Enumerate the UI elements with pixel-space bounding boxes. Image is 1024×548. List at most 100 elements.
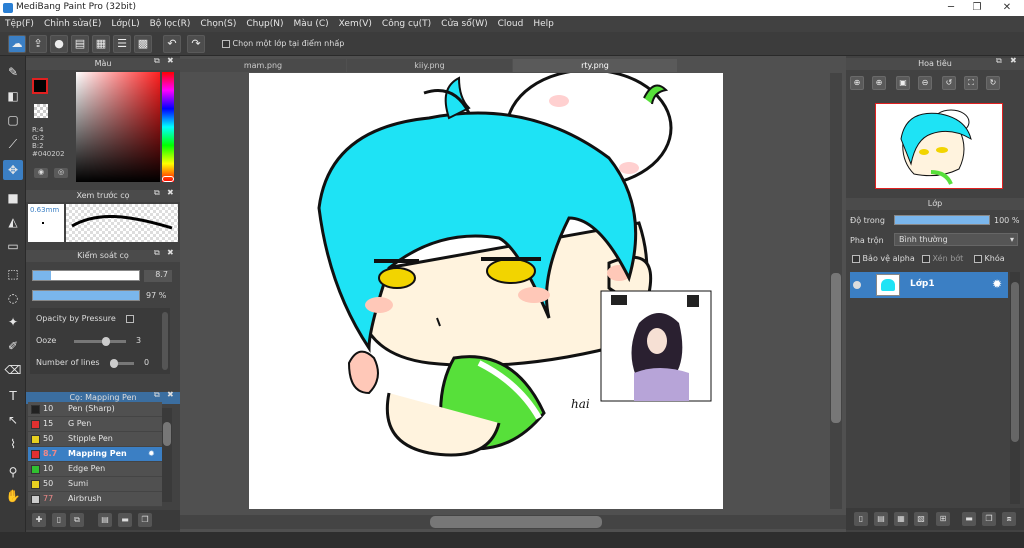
page-icon[interactable]: ▦	[92, 35, 110, 53]
share-icon[interactable]: ⇪	[29, 35, 47, 53]
gradient-icon[interactable]: ▭	[3, 236, 23, 256]
brush-item-edge-pen[interactable]: 10 Edge Pen	[28, 462, 162, 477]
maximize-button[interactable]: ❐	[964, 0, 990, 15]
eye-icon[interactable]	[853, 281, 861, 289]
opacity-by-pressure-checkbox[interactable]	[126, 314, 134, 323]
grid-icon[interactable]: ▩	[134, 35, 152, 53]
hand-icon[interactable]: ✋	[3, 486, 23, 506]
menu-cloud[interactable]: Cloud	[493, 19, 529, 29]
brush-list-scrollbar[interactable]	[162, 408, 172, 502]
protect-alpha-checkbox[interactable]: Bảo vệ alpha	[852, 254, 915, 263]
menu-help[interactable]: Help	[528, 19, 559, 29]
new-8bit-layer-icon[interactable]: ▦	[894, 512, 908, 526]
magic-wand-icon[interactable]: ✦	[3, 312, 23, 332]
eyedropper-icon[interactable]: ⚲	[3, 462, 23, 482]
gear-icon[interactable]: ✹	[148, 447, 155, 461]
duplicate-icon[interactable]: ❐	[982, 512, 996, 526]
brush-item-g-pen[interactable]: 15 G Pen	[28, 417, 162, 432]
layer-scrollbar[interactable]	[1010, 272, 1020, 504]
brush-icon[interactable]: ⟋	[3, 134, 23, 154]
float-icon[interactable]: ⧉	[996, 56, 1002, 66]
lines-slider[interactable]	[110, 359, 134, 368]
comment-icon[interactable]: ●	[50, 35, 68, 53]
eraser-icon[interactable]: ◧	[3, 86, 23, 106]
clipping-checkbox[interactable]: Xén bớt	[922, 254, 963, 263]
foreground-color-swatch[interactable]	[32, 78, 48, 94]
gear-icon[interactable]: ✹	[992, 277, 1002, 291]
fill-rect-icon[interactable]: ■	[3, 188, 23, 208]
palette-icon[interactable]: ◉	[34, 168, 48, 178]
rotate-right-icon[interactable]: ↻	[986, 76, 1000, 90]
tab-kiiy[interactable]: kiiy.png	[347, 59, 512, 72]
canvas-vscroll[interactable]	[830, 73, 842, 509]
add-brush-icon[interactable]: ✚	[32, 513, 46, 527]
select-pen-icon[interactable]: ✐	[3, 336, 23, 356]
bucket-icon[interactable]: ◭	[3, 212, 23, 232]
navigator-thumbnail[interactable]	[875, 103, 1003, 189]
float-icon[interactable]: ⧉	[154, 188, 160, 198]
brush-item-airbrush[interactable]: 77 Airbrush	[28, 492, 162, 507]
menu-select[interactable]: Chọn(S)	[195, 19, 241, 29]
menu-filter[interactable]: Bộ lọc(R)	[145, 19, 196, 29]
blend-mode-select[interactable]: Bình thường ▾	[894, 233, 1018, 246]
brush-item-stipple-pen[interactable]: 50 Stipple Pen	[28, 432, 162, 447]
close-button[interactable]: ✕	[990, 0, 1024, 15]
fit-icon[interactable]: ▣	[896, 76, 910, 90]
new-layer-icon[interactable]: ▯	[854, 512, 868, 526]
layer-opacity-slider[interactable]	[894, 215, 990, 225]
close-icon[interactable]: ✖	[167, 56, 174, 65]
menu-layer[interactable]: Lớp(L)	[106, 19, 144, 29]
brush-opacity-slider[interactable]	[32, 290, 140, 301]
add-layer-menu-icon[interactable]: ⊞	[936, 512, 950, 526]
tab-rty[interactable]: rty.png	[513, 59, 677, 72]
page-icon[interactable]: ▤	[98, 513, 112, 527]
menu-view[interactable]: Xem(V)	[334, 19, 377, 29]
folder-icon[interactable]: ▬	[118, 513, 132, 527]
select-eraser-icon[interactable]: ⌫	[3, 360, 23, 380]
menu-file[interactable]: Tệp(F)	[0, 19, 39, 29]
close-icon[interactable]: ✖	[1010, 56, 1017, 65]
minimize-button[interactable]: ─	[938, 0, 964, 15]
float-icon[interactable]: ⧉	[154, 248, 160, 258]
close-icon[interactable]: ✖	[167, 248, 174, 257]
brush-item-sumi[interactable]: 50 Sumi	[28, 477, 162, 492]
chat-icon[interactable]: ▤	[71, 35, 89, 53]
new-icon[interactable]: ▯	[52, 513, 66, 527]
zoom-out-icon[interactable]: ⊕	[850, 76, 864, 90]
brush-size-value[interactable]: 8.7	[144, 270, 172, 282]
options-scrollbar[interactable]	[162, 312, 168, 370]
menu-edit[interactable]: Chỉnh sửa(E)	[39, 19, 106, 29]
color-saturation-picker[interactable]	[76, 72, 160, 182]
copy-icon[interactable]: ⧉	[70, 513, 84, 527]
float-icon[interactable]: ⧉	[154, 390, 160, 400]
menu-snap[interactable]: Chụp(N)	[241, 19, 288, 29]
duplicate-icon[interactable]: ❐	[138, 513, 152, 527]
ooze-slider[interactable]	[74, 337, 126, 346]
dropper-icon[interactable]: ⌇	[3, 434, 23, 454]
undo-icon[interactable]: ↶	[163, 35, 181, 53]
hue-slider-handle[interactable]	[162, 176, 174, 182]
close-icon[interactable]: ✖	[167, 188, 174, 197]
zoom-minus-icon[interactable]: ⊖	[918, 76, 932, 90]
text-icon[interactable]: T	[3, 386, 23, 406]
rotate-left-icon[interactable]: ↺	[942, 76, 956, 90]
transparent-color-swatch[interactable]	[34, 104, 48, 118]
menu-tools[interactable]: Công cụ(T)	[377, 19, 436, 29]
menu-window[interactable]: Cửa sổ(W)	[436, 19, 492, 29]
merge-icon[interactable]: ⧈	[1002, 512, 1016, 526]
cloud-icon[interactable]: ☁	[8, 35, 26, 53]
swap-icon[interactable]: ◎	[54, 168, 68, 178]
fit-screen-icon[interactable]: ⛶	[964, 76, 978, 90]
layer-row[interactable]: Lớp1 ✹	[850, 272, 1008, 298]
tab-mam[interactable]: mam.png	[180, 59, 346, 72]
lasso-icon[interactable]: ◌	[3, 288, 23, 308]
new-halftone-layer-icon[interactable]: ▤	[874, 512, 888, 526]
drawing-canvas[interactable]: hai	[249, 73, 723, 509]
rectangle-select-icon[interactable]: ▢	[3, 110, 23, 130]
lock-checkbox[interactable]: Khóa	[974, 254, 1005, 263]
folder-icon[interactable]: ▬	[962, 512, 976, 526]
redo-icon[interactable]: ↷	[187, 35, 205, 53]
zoom-in-icon[interactable]: ⊕	[872, 76, 886, 90]
move-icon[interactable]: ✥	[3, 160, 23, 180]
hue-slider[interactable]	[162, 72, 174, 182]
